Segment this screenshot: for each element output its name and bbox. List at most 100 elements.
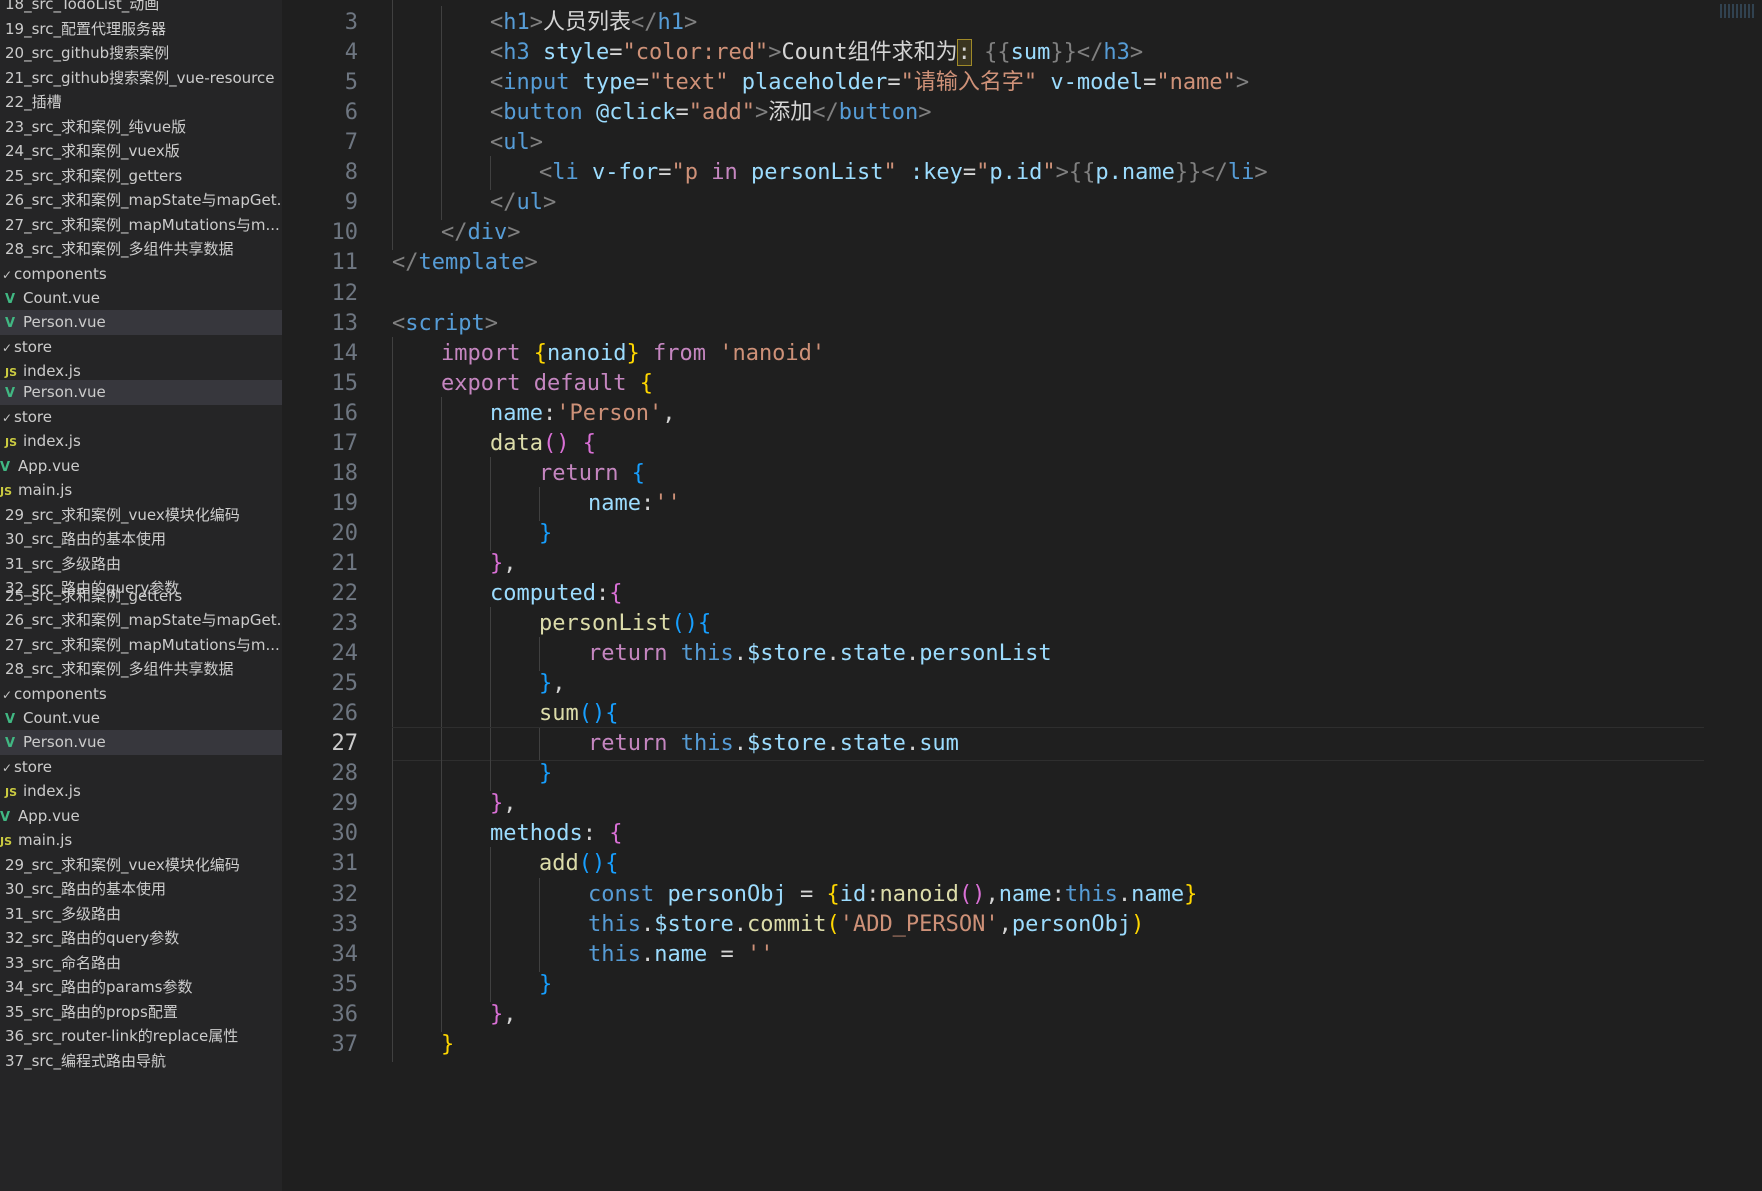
code-line[interactable]: 22 computed:{ [282, 577, 1762, 611]
explorer-item[interactable]: 32_src_路由的query参数 [0, 926, 282, 951]
code-line[interactable]: 15 export default { [282, 366, 1762, 401]
explorer-item[interactable]: 37_src_编程式路由导航 [0, 1049, 282, 1074]
explorer-item[interactable]: 36_src_router-link的replace属性 [0, 1024, 282, 1049]
explorer-item[interactable]: 34_src_路由的params参数 [0, 975, 282, 1000]
code-line[interactable]: 35} [282, 967, 1762, 1002]
explorer-item[interactable]: 23_src_求和案例_纯vue版 [0, 115, 282, 140]
explorer-item[interactable]: 35_src_路由的props配置 [0, 1000, 282, 1025]
explorer-item[interactable]: 19_src_配置代理服务器 [0, 17, 282, 42]
explorer-item[interactable]: 21_src_github搜索案例_vue-resource [0, 66, 282, 91]
indent-guide [539, 877, 540, 912]
explorer-item[interactable]: JS index.js [0, 429, 282, 454]
code-line[interactable]: 25}, [282, 667, 1762, 702]
explorer-item[interactable]: 27_src_求和案例_mapMutations与m... [0, 633, 282, 658]
explorer-item[interactable]: 29_src_求和案例_vuex模块化编码 [0, 503, 282, 528]
code-line[interactable]: 5 <input type="text" placeholder="请输入名字" … [282, 66, 1762, 101]
code-line[interactable]: 31 add(){ [282, 847, 1762, 882]
line-number: 22 [331, 581, 359, 606]
code-line[interactable]: 18 return { [282, 456, 1762, 491]
code-line[interactable]: 3 <h1>人员列表</h1> [282, 6, 1762, 41]
explorer-item[interactable]: V Count.vue [0, 286, 282, 311]
explorer-item[interactable]: 26_src_求和案例_mapState与mapGet... [0, 188, 282, 213]
explorer-item[interactable]: 28_src_求和案例_多组件共享数据 [0, 237, 282, 262]
code-line[interactable]: 37} [282, 1027, 1762, 1062]
code-line[interactable]: 19 name:'' [282, 486, 1762, 521]
explorer-item[interactable]: 33_src_命名路由 [0, 951, 282, 976]
code-line[interactable]: 34 this.name = '' [282, 937, 1762, 972]
code-line[interactable]: 33 this.$store.commit('ADD_PERSON',person… [282, 907, 1762, 942]
code-token: h1 [657, 10, 685, 36]
code-line[interactable]: 7 <ul> [282, 126, 1762, 161]
explorer-item[interactable]: 18_src_TodoList_动画 [0, 0, 282, 17]
code-line[interactable]: 14 import {nanoid} from 'nanoid' [282, 336, 1762, 371]
code-editor[interactable]: 2<div>3<h1>人员列表</h1>4<h3 style="color:re… [282, 0, 1762, 1191]
code-line[interactable]: 12 [282, 277, 1762, 311]
code-line[interactable]: 6 <button @click="add">添加</button> [282, 96, 1762, 131]
explorer-item[interactable]: JS main.js [0, 478, 282, 503]
explorer-item[interactable]: JS index.js [0, 779, 282, 804]
code-line[interactable]: 10 </div> [282, 216, 1762, 251]
code-line[interactable]: 8 <li v-for="p in personList" :key="p.id"… [282, 156, 1762, 191]
code-line[interactable]: 36}, [282, 997, 1762, 1032]
line-number: 29 [331, 791, 359, 817]
explorer-item[interactable]: 30_src_路由的基本使用 [0, 527, 282, 552]
code-line[interactable]: 4 <h3 style="color:red">Count组件求和为: {{sum… [282, 36, 1762, 71]
code-token: { [609, 821, 623, 847]
explorer-item[interactable]: ✓ components [0, 682, 282, 707]
explorer-item[interactable]: ✓ store [0, 755, 282, 780]
explorer-item[interactable]: 24_src_求和案例_vuex版 [0, 139, 282, 164]
explorer-item[interactable]: 30_src_路由的基本使用 [0, 877, 282, 902]
code-token: personObj [1011, 911, 1132, 937]
explorer-item[interactable]: 20_src_github搜索案例 [0, 41, 282, 66]
code-line[interactable]: 23 personList(){ [282, 607, 1762, 642]
explorer-item[interactable]: 26_src_求和案例_mapState与mapGet... [0, 608, 282, 633]
explorer-item[interactable]: 25_src_求和案例_getters [0, 164, 282, 189]
explorer-item[interactable]: V Count.vue [0, 706, 282, 731]
explorer-item[interactable]: 25_src_求和案例_getters [0, 584, 282, 609]
explorer-item[interactable]: ✓ components [0, 262, 282, 287]
explorer-item[interactable]: V Person.vue [0, 380, 282, 405]
code-token: = [887, 70, 901, 96]
explorer-item-label: 37_src_编程式路由导航 [5, 1052, 166, 1070]
explorer-item[interactable]: 22_插槽 [0, 90, 282, 115]
code-line[interactable]: 32 const personObj = {id:nanoid(),name:th… [282, 877, 1762, 912]
explorer-item[interactable]: ✓ store [0, 405, 282, 430]
code-token: 'ADD_PERSON' [839, 911, 999, 937]
code-token: < [441, 0, 454, 5]
code-line[interactable]: 13 <script> [282, 307, 1762, 341]
code-line[interactable]: 29}, [282, 787, 1762, 822]
code-line[interactable]: 28} [282, 757, 1762, 792]
code-line[interactable]: 21}, [282, 546, 1762, 581]
code-token: name [998, 881, 1052, 907]
code-line[interactable]: 24 return this.$store.state.personList [282, 637, 1762, 672]
explorer-item[interactable]: 29_src_求和案例_vuex模块化编码 [0, 853, 282, 878]
indent-guide [490, 156, 491, 191]
code-token: . [640, 911, 655, 937]
indent-guide [392, 877, 393, 912]
explorer-item[interactable]: V App.vue [0, 804, 282, 829]
explorer-item[interactable]: V Person.vue [0, 310, 282, 335]
code-line[interactable]: 27 return this.$store.state.sum [282, 727, 1762, 762]
code-line[interactable]: 9 </ul> [282, 186, 1762, 221]
explorer-item[interactable]: V Person.vue [0, 730, 282, 755]
explorer-item[interactable]: 31_src_多级路由 [0, 552, 282, 577]
code-line[interactable]: 11 </template> [282, 246, 1762, 280]
code-line[interactable]: 20} [282, 516, 1762, 551]
explorer-item[interactable]: JS main.js [0, 828, 282, 853]
indent-guide [539, 937, 540, 972]
code-line[interactable]: 17 data() { [282, 426, 1762, 461]
code-token: sum [539, 701, 579, 727]
explorer-item[interactable]: 27_src_求和案例_mapMutations与m... [0, 213, 282, 238]
code-token: name [588, 490, 641, 516]
explorer-item[interactable]: V App.vue [0, 454, 282, 479]
code-line[interactable]: 30 methods: { [282, 817, 1762, 852]
explorer-item[interactable]: 28_src_求和案例_多组件共享数据 [0, 657, 282, 682]
code-token: : [866, 881, 880, 907]
code-line[interactable]: 16 name:'Person', [282, 396, 1762, 431]
code-token: , [503, 550, 517, 576]
explorer-item[interactable]: ✓ store [0, 335, 282, 360]
code-line[interactable]: 26 sum(){ [282, 697, 1762, 732]
explorer-item[interactable]: 31_src_多级路由 [0, 902, 282, 927]
